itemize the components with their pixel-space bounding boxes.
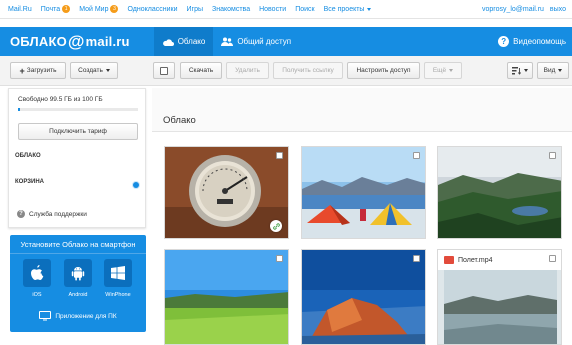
portal-link-all-projects[interactable]: Все проекты (324, 6, 372, 13)
portal-link-mailru[interactable]: Mail.Ru (8, 6, 32, 13)
sidebar: Свободно 99.5 ГБ из 100 ГБ Подключить та… (8, 88, 146, 228)
sort-button[interactable] (507, 62, 533, 79)
tile-checkbox[interactable] (413, 255, 420, 262)
tab-cloud[interactable]: Облако (153, 27, 214, 56)
portal-link-search[interactable]: Поиск (295, 6, 314, 13)
android-label: Android (68, 292, 88, 298)
thumbnail-valley (438, 147, 561, 238)
tab-shared-label: Общий доступ (237, 37, 292, 46)
logo-at: @ (67, 31, 85, 51)
portal-link-dating[interactable]: Знакомства (212, 6, 250, 13)
users-icon (221, 37, 234, 46)
exit-link[interactable]: выхо (550, 6, 566, 13)
winphone-label: WinPhone (105, 292, 131, 298)
chevron-down-icon (449, 69, 454, 72)
support-link[interactable]: ? Служба поддержки (17, 210, 87, 218)
delete-button[interactable]: Удалить (226, 62, 269, 79)
cloud-logo[interactable]: ОБЛАКО @ mail.ru (10, 32, 130, 52)
tile-checkbox[interactable] (276, 255, 283, 262)
ios-app-button[interactable] (23, 259, 51, 287)
android-app-button[interactable] (64, 259, 92, 287)
ios-label: iOS (32, 292, 42, 298)
quota-bar-fill (18, 108, 20, 111)
quota-text: Свободно 99.5 ГБ из 100 ГБ (18, 96, 103, 103)
video-help-link[interactable]: ? Видеопомощь (498, 27, 566, 56)
chevron-down-icon (105, 69, 110, 72)
tab-cloud-label: Облако (177, 37, 206, 46)
thumbnail-field (165, 250, 288, 344)
pc-app-label: Приложение для ПК (55, 312, 117, 320)
mobile-app-promo: Установите Облако на смартфон iOS Androi… (10, 235, 146, 332)
plus-icon: + (19, 65, 25, 76)
tile-checkbox[interactable] (276, 152, 283, 159)
portal-link-ok[interactable]: Одноклассники (127, 6, 177, 13)
thumbnail-tents (302, 147, 425, 238)
sort-icon (512, 66, 521, 75)
video-header: Полет.mp4 (438, 250, 561, 270)
android-icon (71, 267, 85, 281)
cloud-icon (162, 38, 174, 46)
view-button[interactable]: Вид (537, 62, 569, 79)
upload-button[interactable]: + Загрузить (10, 62, 66, 79)
file-tile-field[interactable] (164, 249, 289, 345)
portal-link-news[interactable]: Новости (259, 6, 286, 13)
file-tile-valley[interactable] (437, 146, 562, 239)
tab-shared-access[interactable]: Общий доступ (213, 27, 299, 56)
get-link-button[interactable]: Получить ссылку (273, 62, 343, 79)
tile-checkbox[interactable] (413, 152, 420, 159)
toolbar: + Загрузить Создать Скачать Удалить Получ… (0, 56, 572, 86)
monitor-icon (39, 311, 52, 321)
main-header: Облако (152, 108, 572, 132)
chevron-down-icon (367, 7, 372, 11)
configure-access-button[interactable]: Настроить доступ (347, 62, 420, 79)
download-button[interactable]: Скачать (180, 62, 222, 79)
checkbox-icon (160, 66, 168, 75)
quota-bar (18, 108, 138, 111)
tile-checkbox[interactable] (549, 255, 556, 262)
promo-title: Установите Облако на смартфон (20, 240, 136, 249)
file-tile-tents[interactable] (301, 146, 426, 239)
file-tile-rock[interactable] (301, 249, 426, 345)
thumbnail-video (438, 270, 561, 344)
video-file-icon (444, 256, 454, 264)
main-top-strip (152, 88, 572, 108)
link-icon[interactable] (270, 220, 282, 232)
page-title: Облако (163, 115, 196, 126)
create-button[interactable]: Создать (70, 62, 118, 79)
windows-icon (111, 266, 125, 280)
trash-indicator-dot (133, 182, 139, 188)
question-icon: ? (498, 36, 510, 47)
tile-checkbox[interactable] (549, 152, 556, 159)
logo-suffix: mail.ru (85, 34, 130, 49)
video-file-name: Полет.mp4 (458, 256, 493, 264)
user-email-link[interactable]: voprosy_lo@mail.ru (482, 6, 544, 13)
portal-link-mymir[interactable]: Мой Мир 3 (79, 5, 119, 13)
select-all-button[interactable] (153, 62, 175, 79)
file-tile-speedometer[interactable] (164, 146, 289, 239)
chevron-down-icon (558, 69, 563, 72)
pc-app-link[interactable]: Приложение для ПК (10, 311, 146, 321)
question-icon: ? (17, 210, 25, 218)
support-label: Служба поддержки (29, 210, 87, 218)
chevron-down-icon (524, 69, 528, 72)
portal-bar: Mail.Ru Почта 1 Мой Мир 3 Одноклассники Иг… (0, 0, 572, 19)
apple-icon (31, 265, 44, 280)
video-help-label: Видеопомощь (513, 37, 566, 46)
promo-divider (10, 253, 146, 254)
mail-count-badge: 1 (62, 5, 71, 13)
mymir-count-badge: 3 (110, 5, 119, 13)
more-button[interactable]: Ещё (424, 62, 462, 79)
sidebar-item-cloud[interactable]: ОБЛАКО (15, 153, 41, 159)
connect-tariff-button[interactable]: Подключить тариф (18, 123, 138, 140)
file-tile-video[interactable]: Полет.mp4 (437, 249, 562, 345)
winphone-app-button[interactable] (104, 259, 132, 287)
logo-prefix: ОБЛАКО (10, 34, 67, 49)
app-header: ОБЛАКО @ mail.ru Облако Общий доступ ? В… (0, 27, 572, 56)
portal-link-mail[interactable]: Почта 1 (41, 5, 71, 13)
portal-link-games[interactable]: Игры (187, 6, 204, 13)
sidebar-item-trash[interactable]: КОРЗИНА (15, 179, 44, 185)
thumbnail-rock (302, 250, 425, 344)
